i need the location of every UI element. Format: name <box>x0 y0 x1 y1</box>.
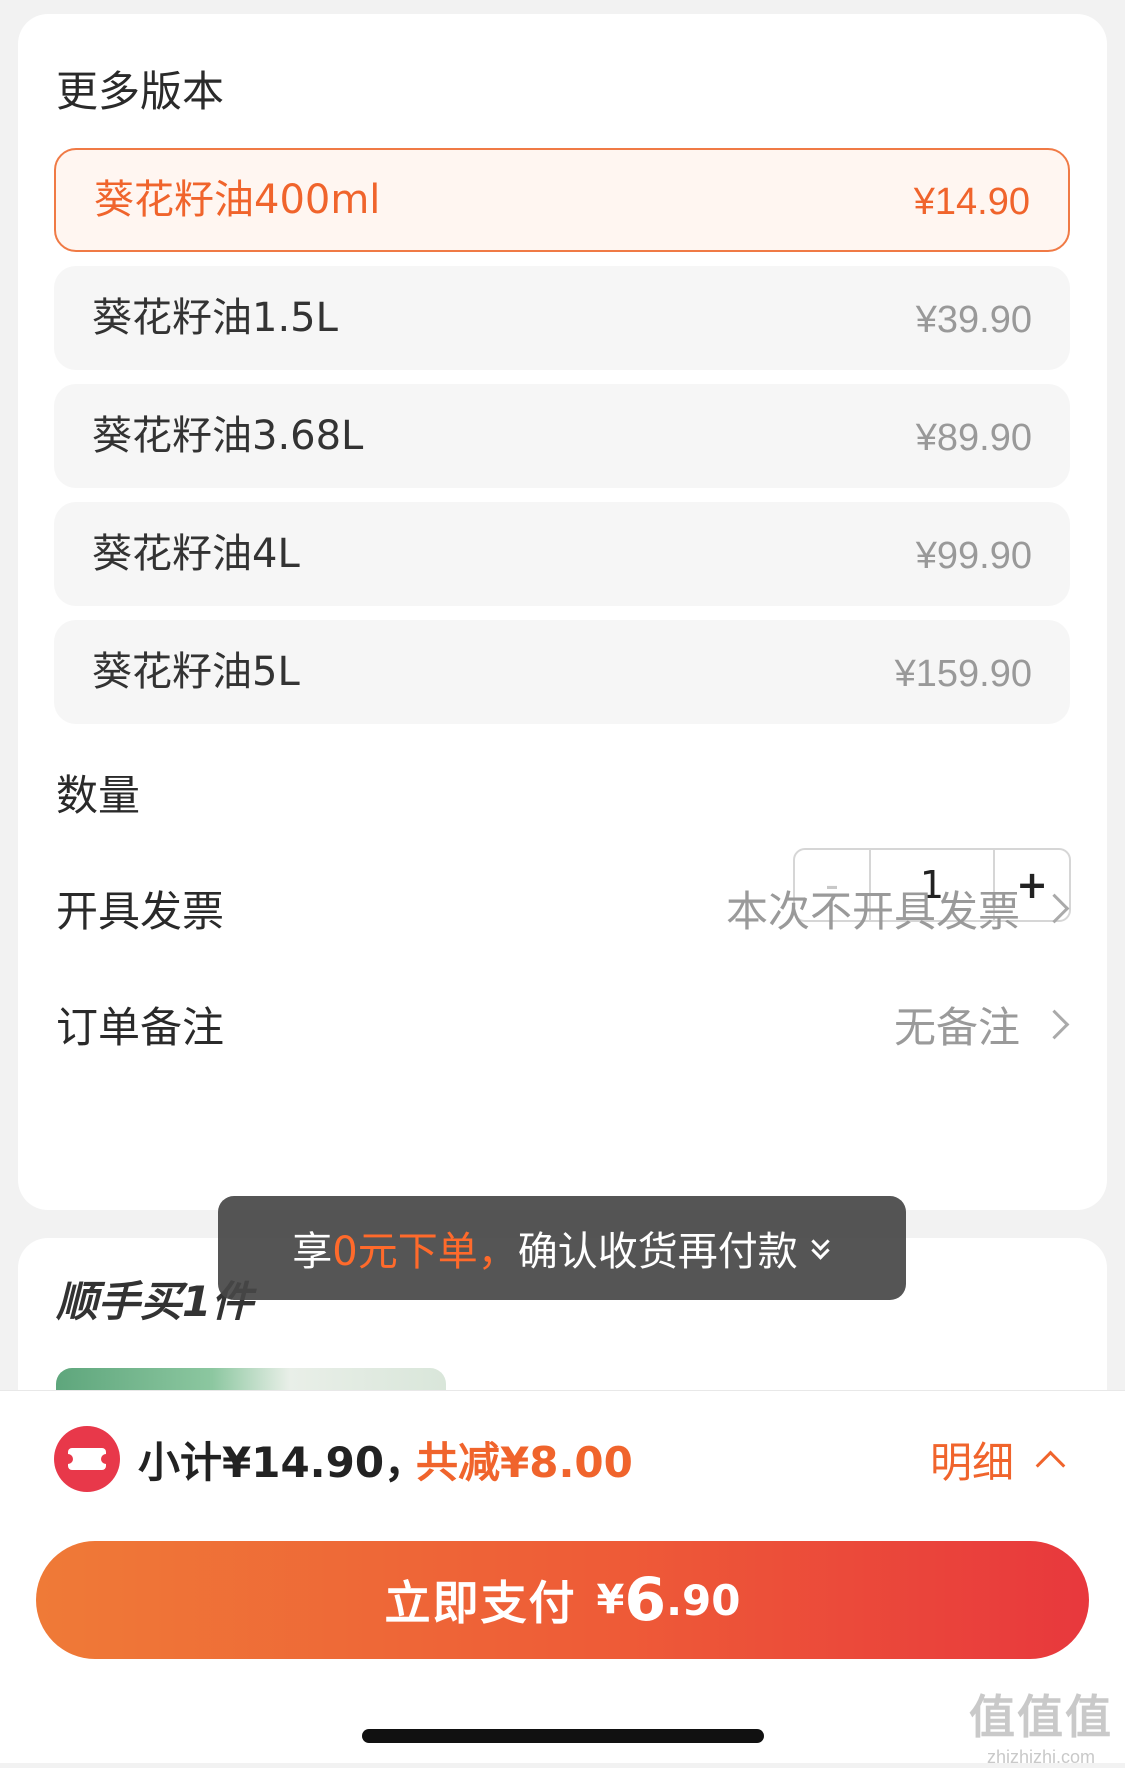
pay-now-button[interactable]: 立即支付 ¥ 6 .90 <box>36 1541 1089 1659</box>
subtotal-text: 小计¥14.90， <box>138 1438 427 1487</box>
variant-option-5l[interactable]: 葵花籽油5L ¥159.90 <box>54 620 1070 724</box>
detail-label: 明细 <box>929 1438 1014 1487</box>
chevron-right-icon <box>1039 893 1070 924</box>
order-options-card: 更多版本 葵花籽油400ml ¥14.90 葵花籽油1.5L ¥39.90 葵花… <box>18 14 1107 1210</box>
pay-button-label: 立即支付 <box>384 1576 577 1630</box>
pay-amount-decimal: .90 <box>666 1575 741 1625</box>
variant-price: ¥89.90 <box>915 417 1032 459</box>
variant-price: ¥159.90 <box>894 653 1032 695</box>
tooltip-suffix: 确认收货再付款 <box>517 1229 798 1275</box>
variant-name: 葵花籽油1.5L <box>92 295 338 341</box>
remark-label: 订单备注 <box>56 1003 225 1052</box>
detail-toggle[interactable]: 明细 <box>929 1429 1066 1490</box>
home-indicator[interactable] <box>362 1729 764 1743</box>
invoice-value: 本次不开具发票 <box>725 887 1020 936</box>
pay-currency: ¥ <box>596 1577 625 1623</box>
chevron-up-icon <box>1035 1450 1066 1481</box>
variant-name: 葵花籽油5L <box>92 649 300 695</box>
variant-price: ¥14.90 <box>913 181 1030 223</box>
tooltip-prefix: 享 <box>292 1229 333 1275</box>
variant-name: 葵花籽油4L <box>92 531 300 577</box>
variant-option-400ml[interactable]: 葵花籽油400ml ¥14.90 <box>54 148 1070 252</box>
checkout-bar: 小计¥14.90， 共减¥8.00 明细 立即支付 ¥ 6 .90 值值值 zh… <box>0 1390 1125 1767</box>
site-watermark: 值值值 zhizhizhi.com <box>969 1681 1113 1768</box>
variant-option-4l[interactable]: 葵花籽油4L ¥99.90 <box>54 502 1070 606</box>
variant-name: 葵花籽油3.68L <box>92 413 364 459</box>
watermark-logo: 值值值 <box>969 1690 1113 1744</box>
watermark-url: zhizhizhi.com <box>986 1747 1096 1767</box>
discount-text: 共减¥8.00 <box>416 1438 633 1487</box>
variant-price: ¥99.90 <box>915 535 1032 577</box>
more-versions-title: 更多版本 <box>56 67 225 116</box>
chevron-right-icon <box>1039 1009 1070 1040</box>
remark-selector[interactable]: 无备注 <box>894 994 1071 1055</box>
variant-price: ¥39.90 <box>915 299 1032 341</box>
pay-amount-integer: 6 <box>624 1565 667 1635</box>
double-chevron-down-icon <box>810 1232 832 1261</box>
variant-option-3.68l[interactable]: 葵花籽油3.68L ¥89.90 <box>54 384 1070 488</box>
variant-option-1.5l[interactable]: 葵花籽油1.5L ¥39.90 <box>54 266 1070 370</box>
pay-later-tooltip[interactable]: 享 0元下单， 确认收货再付款 <box>218 1196 906 1300</box>
coupon-icon <box>54 1426 120 1492</box>
invoice-label: 开具发票 <box>56 887 225 936</box>
variant-name: 葵花籽油400ml <box>94 177 381 223</box>
invoice-selector[interactable]: 本次不开具发票 <box>726 878 1071 939</box>
quantity-label: 数量 <box>56 771 141 820</box>
remark-value: 无备注 <box>893 1003 1020 1052</box>
tooltip-highlight: 0元下单， <box>332 1229 518 1275</box>
